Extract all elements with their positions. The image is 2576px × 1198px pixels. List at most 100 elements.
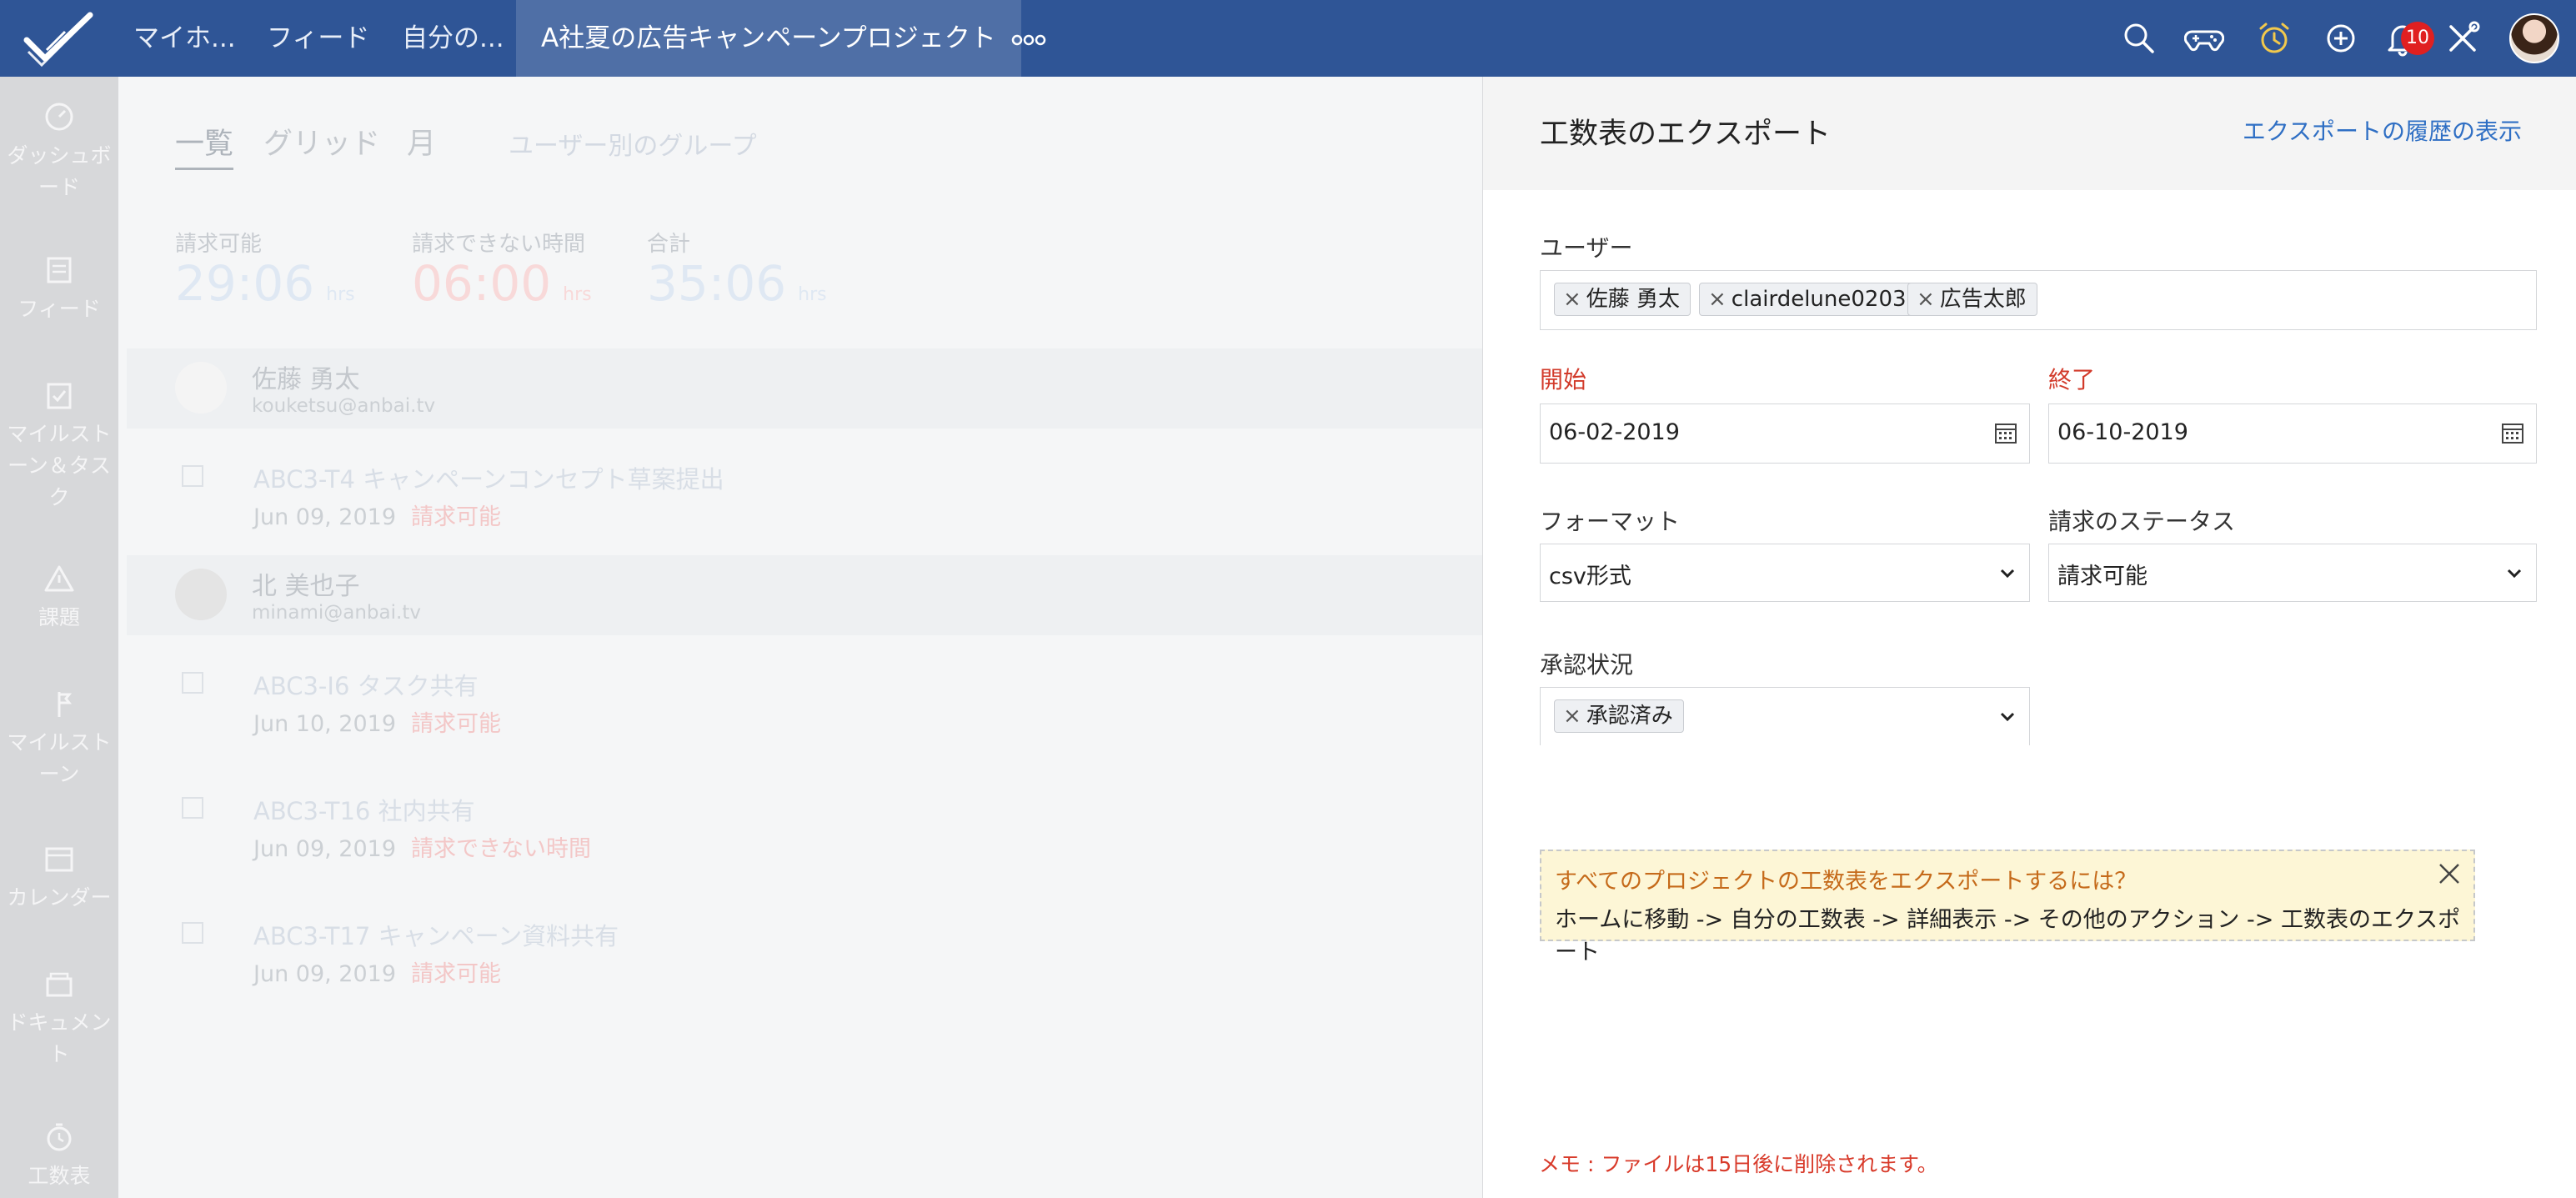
format-label: フォーマット	[1540, 508, 1681, 535]
user-name: 佐藤 勇太	[252, 365, 360, 394]
user-chip[interactable]: × 佐藤 勇太	[1554, 283, 1691, 316]
nav-current-project[interactable]: A社夏の広告キャンペーンプロジェクト	[516, 0, 1021, 77]
remove-chip-icon[interactable]: ×	[1708, 287, 1727, 312]
more-dots-icon[interactable]	[1010, 25, 1047, 52]
billable-hours: 29:06 hrs	[175, 255, 355, 312]
sidebar-item-calendar[interactable]: カレンダー	[0, 842, 118, 914]
user-avatar[interactable]	[2509, 13, 2559, 63]
sidebar-item-label: ドキュメン ト	[7, 1010, 112, 1066]
top-navigation-bar: マイホ... フィード 自分の... A社夏の広告キャンペーンプロジェクト 10	[0, 0, 2576, 77]
user-chip[interactable]: × clairdelune0203	[1699, 283, 1917, 316]
sidebar-item-documents[interactable]: ドキュメン ト	[0, 967, 118, 1070]
tab-month[interactable]: 月	[407, 120, 436, 163]
milestone-icon	[58, 692, 73, 717]
sidebar-item-feed[interactable]: フィード	[0, 253, 118, 325]
nav-my-home[interactable]: マイホ...	[133, 0, 236, 77]
row-checkbox[interactable]	[182, 672, 203, 694]
export-all-tip-box: すべてのプロジェクトの工数表をエクスポートするには？ ホームに移動 -> 自分の…	[1540, 850, 2475, 965]
start-date-value: 06-02-2019	[1549, 419, 1680, 445]
sidebar-item-label: 課題	[38, 605, 80, 629]
row-checkbox[interactable]	[182, 465, 203, 487]
remove-chip-icon[interactable]: ×	[1563, 287, 1581, 312]
remove-chip-icon[interactable]: ×	[1563, 704, 1581, 729]
user-group-row: 佐藤 勇太 kouketsu@anbai.tv	[127, 348, 1482, 429]
sidebar-item-dashboard[interactable]: ダッシュボ ード	[0, 100, 118, 203]
user-email: kouketsu@anbai.tv	[252, 395, 436, 417]
chevron-down-icon	[2000, 569, 2015, 579]
total-hours: 35:06 hrs	[647, 255, 827, 312]
close-icon[interactable]	[2437, 861, 2462, 886]
view-export-history-link[interactable]: エクスポートの履歴の表示	[2243, 113, 2522, 147]
sidebar-item-label: カレンダー	[7, 885, 112, 910]
non-billable-label: 請求できない時間	[412, 232, 586, 257]
user-chip[interactable]: × 広告太郎	[1907, 283, 2037, 316]
sidebar-item-label: マイルスト ーン	[7, 730, 112, 786]
user-email: minami@anbai.tv	[252, 602, 421, 624]
export-timesheet-panel: 工数表のエクスポート エクスポートの履歴の表示 ユーザー × 佐藤 勇太 × cla…	[1482, 77, 2576, 1198]
user-name: 北 美也子	[252, 572, 360, 601]
task-title[interactable]: ABC3-I6 タスク共有	[253, 667, 479, 702]
timesheet-list-background: 一覧 グリッド 月 ユーザー別のグループ 請求可能 29:06 hrs 請求できな…	[118, 77, 1482, 1198]
sidebar-item-timesheet[interactable]: 工数表	[0, 1120, 118, 1192]
task-title[interactable]: ABC3-T4 キャンペーンコンセプト草案提出	[253, 460, 724, 495]
sidebar-item-tasks[interactable]: マイルスト ーン＆タス ク	[0, 378, 118, 514]
format-select[interactable]: csv形式	[1540, 544, 2030, 602]
calendar-icon[interactable]	[2501, 421, 2524, 444]
nav-my-items[interactable]: 自分の...	[402, 0, 504, 77]
task-title[interactable]: ABC3-T17 キャンペーン資料共有	[253, 917, 619, 952]
billing-status-select[interactable]: 請求可能	[2048, 544, 2537, 602]
timesheet-icon	[47, 1123, 72, 1151]
feed-icon	[47, 257, 72, 283]
tab-list[interactable]: 一覧	[175, 120, 234, 170]
calendar-icon	[45, 847, 73, 872]
left-sidebar: ダッシュボ ード フィード マイルスト ーン＆タス ク 課題 マイルスト ーン …	[0, 77, 118, 1198]
users-label: ユーザー	[1540, 234, 1633, 262]
nav-feed[interactable]: フィード	[267, 0, 369, 77]
app-logo-icon[interactable]	[22, 8, 97, 68]
task-date-status: Jun 10, 2019 請求可能	[253, 711, 502, 737]
issue-icon	[44, 565, 74, 592]
chevron-down-icon	[2507, 569, 2522, 579]
remove-chip-icon[interactable]: ×	[1917, 287, 1935, 312]
task-title[interactable]: ABC3-T16 社内共有	[253, 792, 475, 827]
start-date-field[interactable]: 06-02-2019	[1540, 404, 2030, 464]
sidebar-item-milestones[interactable]: マイルスト ーン	[0, 687, 118, 790]
search-icon[interactable]	[2119, 18, 2159, 58]
approval-status-label: 承認状況	[1540, 651, 1634, 679]
chevron-down-icon	[2000, 712, 2015, 722]
sidebar-item-issues[interactable]: 課題	[0, 562, 118, 634]
tab-grid[interactable]: グリッド	[263, 120, 380, 163]
add-icon[interactable]	[2321, 18, 2361, 58]
dashboard-icon	[45, 103, 73, 131]
timer-icon[interactable]	[2254, 18, 2294, 58]
users-multiselect[interactable]: × 佐藤 勇太 × clairdelune0203 × 広告太郎	[1540, 270, 2537, 330]
notification-count-badge[interactable]: 10	[2401, 22, 2434, 55]
tip-title: すべてのプロジェクトの工数表をエクスポートするには？	[1555, 869, 2137, 895]
tasks-icon	[47, 383, 72, 409]
billing-status-label: 請求のステータス	[2048, 508, 2236, 535]
billable-label: 請求可能	[175, 232, 263, 257]
panel-title: 工数表のエクスポート	[1540, 118, 1831, 151]
task-date-status: Jun 09, 2019 請求可能	[253, 504, 502, 530]
calendar-icon[interactable]	[1994, 421, 2017, 444]
non-billable-hours: 06:00 hrs	[412, 255, 592, 312]
approval-chip[interactable]: × 承認済み	[1554, 699, 1684, 733]
format-value: csv形式	[1549, 564, 1631, 589]
billing-status-value: 請求可能	[2057, 564, 2148, 589]
group-by-user-dropdown[interactable]: ユーザー別のグループ	[509, 125, 757, 162]
avatar	[175, 569, 227, 620]
sidebar-item-label: 工数表	[28, 1164, 91, 1188]
sidebar-item-label: マイルスト ーン＆タス ク	[7, 422, 112, 509]
end-date-label: 終了	[2048, 366, 2096, 393]
approval-status-select[interactable]: × 承認済み	[1540, 687, 2030, 745]
document-icon	[46, 972, 73, 997]
end-date-field[interactable]: 06-10-2019	[2048, 404, 2537, 464]
gamepad-icon[interactable]	[2184, 18, 2224, 58]
row-checkbox[interactable]	[182, 922, 203, 944]
task-date-status: Jun 09, 2019 請求可能	[253, 961, 502, 987]
row-checkbox[interactable]	[182, 797, 203, 819]
tip-body: ホームに移動 -> 自分の工数表 -> 詳細表示 -> その他のアクション ->…	[1555, 907, 2461, 965]
user-group-row: 北 美也子 minami@anbai.tv	[127, 555, 1482, 635]
file-deletion-memo: メモ : ファイルは15日後に削除されます。	[1539, 1152, 1938, 1176]
tools-icon[interactable]	[2443, 18, 2483, 58]
